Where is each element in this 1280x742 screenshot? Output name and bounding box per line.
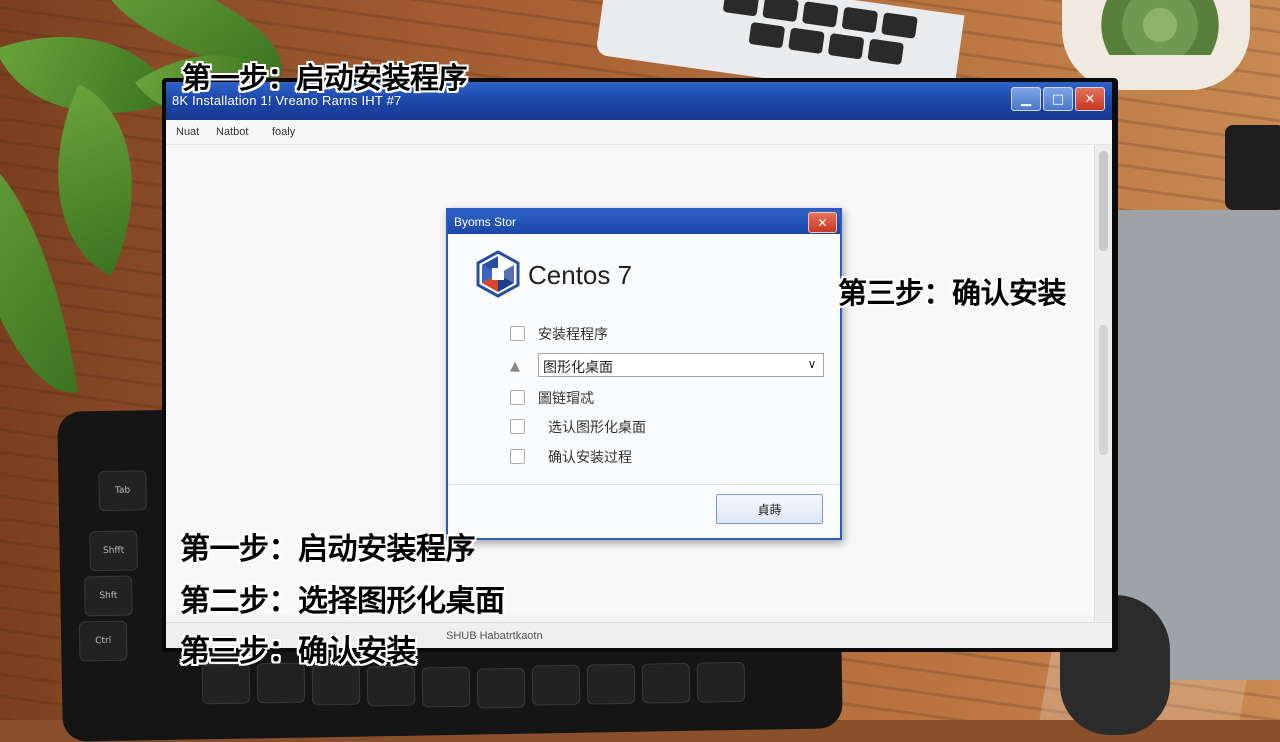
close-button[interactable]: ✕ [1075,87,1105,111]
dialog-titlebar[interactable]: Byoms Stor ✕ [448,210,840,234]
caption-top: 第一步：启动安装程序 [182,61,468,95]
product-name: Centos 7 [528,260,633,290]
option-checkbox-4[interactable] [510,449,525,464]
dialog-title: Byoms Stor [454,215,517,229]
minimize-button[interactable]: ▁ [1011,87,1041,111]
select-value: 图形化桌面 [543,360,613,376]
caption-step-1: 第一步：启动安装程序 [180,532,476,567]
scrollbar-thumb[interactable] [1099,151,1108,251]
desktop-select[interactable]: 图形化桌面 ∨ [538,353,824,377]
centos-logo-icon [476,250,520,298]
key-shift: Shft [84,575,133,617]
menu-item-2[interactable]: Natbot [216,126,248,138]
setup-dialog: Byoms Stor ✕ Centos 7 安装程程序 ▲ 图形化桌面 ∨ 圖链… [446,208,842,540]
succulent-plant [1090,0,1230,55]
menu-item-1[interactable]: Nuat [176,126,199,138]
dialog-close-button[interactable]: ✕ [808,212,837,233]
option-checkbox-2[interactable] [510,390,525,405]
chevron-down-icon[interactable]: ∨ [803,355,821,373]
key-shift-left: Shfft [89,530,138,572]
status-text: SHUB Habatrtkaotn [446,630,543,642]
menu-bar: Nuat Natbot foaly [166,120,1112,145]
menu-item-3[interactable]: foaly [272,126,295,138]
vertical-scrollbar[interactable] [1094,145,1112,625]
warning-triangle-icon: ▲ [510,359,520,374]
option-label-1: 安装程程序 [538,327,608,343]
option-checkbox-3[interactable] [510,419,525,434]
caption-step-3: 第三步：确认安装 [180,634,417,669]
option-label-4: 确认安装过程 [548,450,632,466]
option-checkbox-1[interactable] [510,326,525,341]
option-label-2: 圖链瑁忒 [538,391,594,407]
scrollbar-track-segment [1099,325,1108,455]
maximize-button[interactable]: □ [1043,87,1073,111]
caption-step-2: 第二步：选择图形化桌面 [180,584,505,619]
binder-clip [1225,125,1280,210]
key-tab: Tab [98,470,147,512]
caption-right: 第三步：确认安装 [838,276,1067,310]
key-ctrl: Ctrl [78,620,128,662]
dialog-divider [448,484,840,485]
option-label-3: 选认图形化桌面 [548,420,646,436]
confirm-button[interactable]: 貞蒔 [716,494,823,524]
